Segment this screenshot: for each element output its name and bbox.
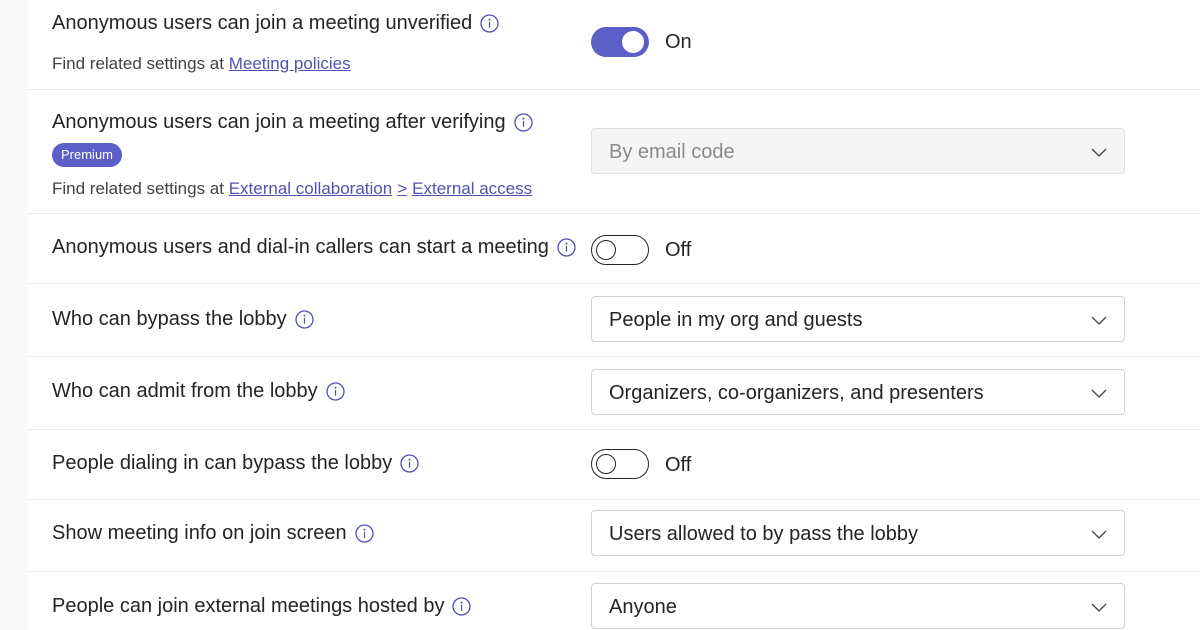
setting-label: Anonymous users can join a meeting unver… [52,12,473,34]
link-part-1: External collaboration [228,179,393,198]
chevron-down-icon [1091,148,1107,157]
setting-row-anon-start: Anonymous users and dial-in callers can … [28,214,1200,284]
setting-label-wrap: Anonymous users can join a meeting after… [52,111,533,134]
info-icon[interactable] [326,382,345,401]
setting-label: Anonymous users can join a meeting after… [52,111,506,133]
info-icon[interactable] [400,454,419,473]
toggle-state-label: Off [665,454,692,476]
setting-row-bypass-lobby: Who can bypass the lobby People in my or… [28,284,1200,357]
info-icon[interactable] [480,14,499,33]
related-settings: Find related settings at External collab… [52,179,532,199]
info-icon[interactable] [452,597,472,616]
show-info-dropdown[interactable]: Users allowed to by pass the lobby [591,510,1125,556]
chevron-down-icon [1091,603,1107,612]
admit-lobby-dropdown[interactable]: Organizers, co-organizers, and presenter… [591,369,1125,415]
info-icon[interactable] [557,238,576,257]
anon-start-toggle[interactable] [591,235,649,265]
toggle-knob [596,453,616,474]
dropdown-value: Organizers, co-organizers, and presenter… [609,382,984,404]
setting-label: Show meeting info on join screen [52,522,347,544]
toggle-knob [596,239,616,260]
setting-label-wrap: Anonymous users and dial-in callers can … [52,236,576,259]
dropdown-value: People in my org and guests [609,309,863,331]
setting-label-wrap: People can join external meetings hosted… [52,595,472,618]
setting-label: Who can bypass the lobby [52,308,287,330]
setting-label: Anonymous users and dial-in callers can … [52,236,549,258]
related-prefix: Find related settings at [52,179,229,198]
dropdown-value: Users allowed to by pass the lobby [609,523,919,545]
meeting-settings-panel: Anonymous users can join a meeting unver… [28,0,1200,630]
setting-label: People can join external meetings hosted… [52,595,445,617]
setting-label-wrap: Anonymous users can join a meeting unver… [52,12,499,35]
setting-label-wrap: People dialing in can bypass the lobby [52,452,419,475]
setting-row-show-info: Show meeting info on join screen Users a… [28,500,1200,572]
toggle-knob [622,31,644,53]
dropdown-value: Anyone [609,596,677,618]
info-icon[interactable] [294,310,314,329]
meeting-policies-link[interactable]: Meeting policies [229,54,351,73]
chevron-down-icon [1091,316,1107,325]
toggle-state-label: Off [665,239,692,261]
related-settings: Find related settings at Meeting policie… [52,54,351,74]
setting-row-anon-verified: Anonymous users can join a meeting after… [28,90,1200,214]
setting-label-wrap: Show meeting info on join screen [52,522,374,545]
setting-row-admit-lobby: Who can admit from the lobby Organizers,… [28,357,1200,430]
chevron-down-icon [1091,389,1107,398]
setting-row-external-meetings: People can join external meetings hosted… [28,572,1200,630]
setting-row-dialin-bypass: People dialing in can bypass the lobby O… [28,430,1200,500]
external-collaboration-link[interactable]: External collaboration > External access [229,179,532,198]
anon-unverified-toggle[interactable] [591,27,649,57]
setting-label: People dialing in can bypass the lobby [52,452,393,474]
dropdown-value: By email code [609,141,735,163]
link-part-2: External access [412,179,533,198]
toggle-state-label: On [665,31,692,53]
premium-badge: Premium [52,143,123,167]
setting-label: Who can admit from the lobby [52,380,318,402]
setting-label-wrap: Who can admit from the lobby [52,380,345,403]
setting-row-anon-unverified: Anonymous users can join a meeting unver… [28,0,1200,90]
external-meetings-dropdown[interactable]: Anyone [591,583,1125,629]
dialin-bypass-toggle[interactable] [591,449,649,479]
related-prefix: Find related settings at [52,54,229,73]
bypass-lobby-dropdown[interactable]: People in my org and guests [591,296,1125,342]
info-icon[interactable] [354,524,374,543]
setting-label-wrap: Who can bypass the lobby [52,308,314,331]
link-separator: > [397,179,408,198]
chevron-down-icon [1091,530,1107,539]
info-icon[interactable] [513,113,533,132]
verification-method-dropdown[interactable]: By email code [591,128,1125,174]
